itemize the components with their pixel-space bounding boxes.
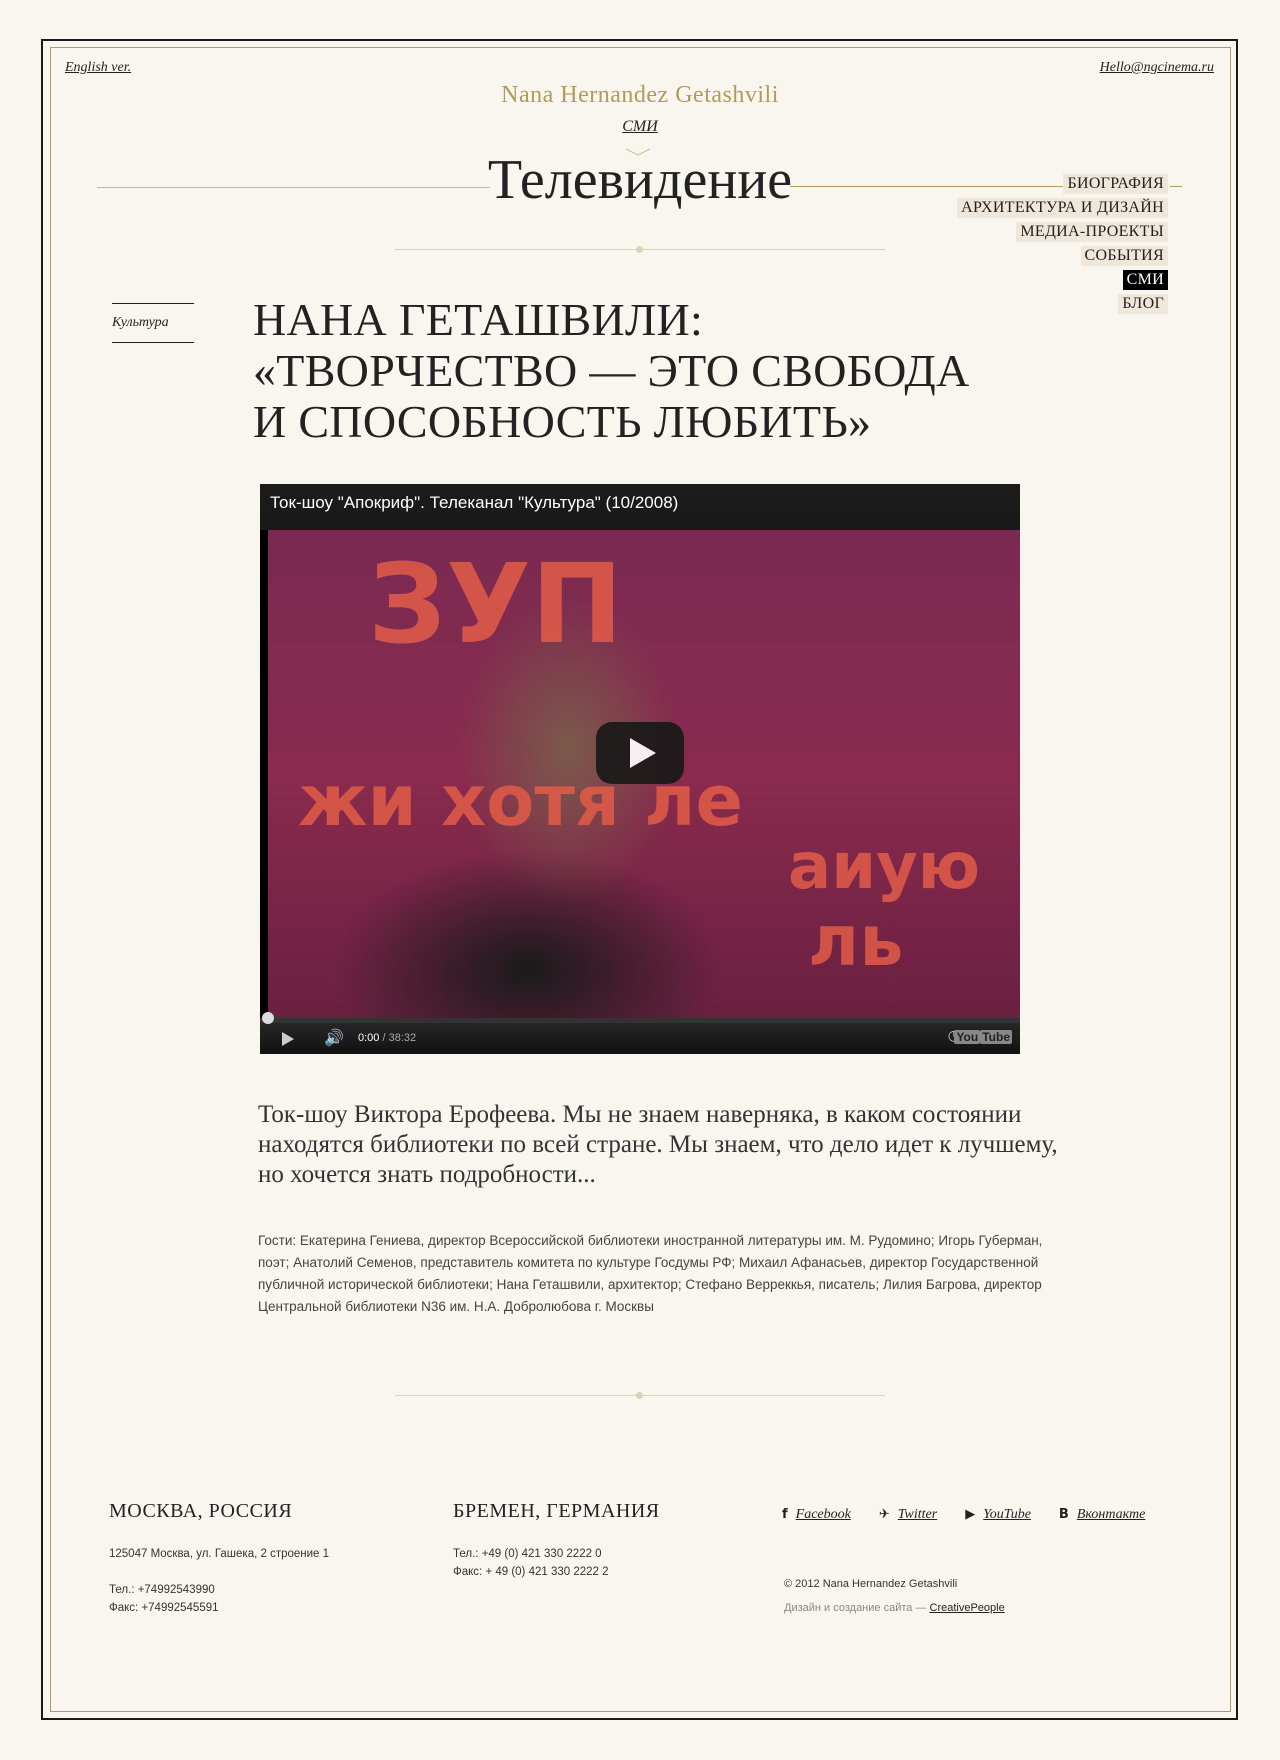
social-vkontakte[interactable]: В Вконтакте (1059, 1507, 1145, 1523)
youtube-logo-text: You (954, 1030, 981, 1044)
footer-city-bremen: БРЕМЕН, ГЕРМАНИЯ (453, 1500, 660, 1522)
volume-icon[interactable]: 🔊 (324, 1028, 344, 1047)
video-player[interactable]: ЗУП жи хотя ле аиую ль Ток-шоу "Апокриф"… (260, 484, 1020, 1054)
footer-fax: Факс: + 49 (0) 421 330 2222 2 (453, 1566, 609, 1578)
headline-line: И СПОСОБНОСТЬ ЛЮБИТЬ» (253, 396, 872, 447)
social-facebook[interactable]: f Facebook (782, 1507, 851, 1523)
copyright: © 2012 Nana Hernandez Getashvili (784, 1578, 958, 1590)
vkontakte-icon: В (1058, 1507, 1069, 1522)
video-progress-bar[interactable] (260, 1012, 1020, 1024)
video-title-bar: Ток-шоу "Апокриф". Телеканал "Культура" … (260, 484, 1020, 530)
nav-item-media[interactable]: СМИ (1122, 270, 1168, 290)
nav-rule-end (1170, 186, 1182, 187)
video-title[interactable]: Ток-шоу "Апокриф". Телеканал "Культура" … (270, 493, 678, 513)
youtube-logo-icon[interactable]: You Tube (954, 1030, 1012, 1044)
time-display: 0:00 / 38:32 (358, 1032, 416, 1044)
social-links: f Facebook ✈ Twitter ▶ YouTube В Вконтакте (782, 1505, 1169, 1523)
footer-city-moscow: МОСКВА, РОССИЯ (109, 1500, 293, 1522)
footer-moscow: МОСКВА, РОССИЯ 125047 Москва, ул. Гашека… (109, 1500, 329, 1617)
nav-item-biography[interactable]: БИОГРАФИЯ (1063, 174, 1168, 194)
nav-item-architecture[interactable]: АРХИТЕКТУРА И ДИЗАЙН (957, 198, 1168, 218)
nav-item-blog[interactable]: БЛОГ (1118, 294, 1168, 314)
social-youtube[interactable]: ▶ YouTube (965, 1507, 1031, 1523)
article-guests: Гости: Екатерина Гениева, директор Всеро… (258, 1233, 1043, 1314)
english-version-link[interactable]: English ver. (65, 60, 131, 76)
headline-line: «ТВОРЧЕСТВО — ЭТО СВОБОДА (253, 345, 970, 396)
footer-fax: Факс: +74992545591 (109, 1602, 219, 1614)
nav-item-events[interactable]: СОБЫТИЯ (1080, 246, 1168, 266)
category-label[interactable]: Культура (112, 303, 194, 343)
brand-name[interactable]: Nana Hernandez Getashvili (0, 82, 1280, 109)
play-button[interactable] (596, 722, 684, 784)
site-credit: Дизайн и создание сайта — CreativePeople (784, 1602, 1005, 1614)
video-background-text: ЗУП (368, 540, 624, 668)
youtube-logo-tube: Tube (980, 1030, 1012, 1044)
divider-top (395, 246, 885, 253)
video-background-text: ль (808, 900, 904, 982)
facebook-icon: f (782, 1507, 788, 1522)
current-time: 0:00 (358, 1032, 380, 1044)
nav-item-media-projects[interactable]: МЕДИА-ПРОЕКТЫ (1016, 222, 1168, 242)
social-twitter[interactable]: ✈ Twitter (879, 1507, 937, 1523)
duration: / 38:32 (382, 1032, 417, 1044)
footer-bremen: БРЕМЕН, ГЕРМАНИЯ Тел.: +49 (0) 421 330 2… (453, 1500, 660, 1581)
footer-phone: Тел.: +49 (0) 421 330 2222 0 (453, 1548, 602, 1560)
article-lead: Ток-шоу Виктора Ерофеева. Мы не знаем на… (258, 1101, 1058, 1188)
control-play-icon[interactable] (282, 1032, 294, 1046)
headline-line: НАНА ГЕТАШВИЛИ: (253, 294, 704, 345)
section-link[interactable]: СМИ (0, 118, 1280, 136)
credit-link[interactable]: CreativePeople (930, 1602, 1005, 1614)
video-controls: 🔊 0:00 / 38:32 ◷ YouTube (260, 1012, 1020, 1054)
article-headline: НАНА ГЕТАШВИЛИ: «ТВОРЧЕСТВО — ЭТО СВОБОД… (253, 294, 1073, 447)
youtube-icon: ▶ (965, 1507, 976, 1522)
twitter-icon: ✈ (878, 1507, 890, 1522)
divider-bottom (395, 1392, 885, 1399)
progress-knob[interactable] (262, 1012, 274, 1024)
footer-phone: Тел.: +74992543990 (109, 1584, 215, 1596)
footer-address: 125047 Москва, ул. Гашека, 2 строение 1 (109, 1548, 330, 1560)
credit-prefix: Дизайн и создание сайта — (784, 1602, 927, 1614)
video-background-text: аиую (788, 830, 980, 904)
email-link[interactable]: Hello@ngcinema.ru (1100, 60, 1214, 76)
